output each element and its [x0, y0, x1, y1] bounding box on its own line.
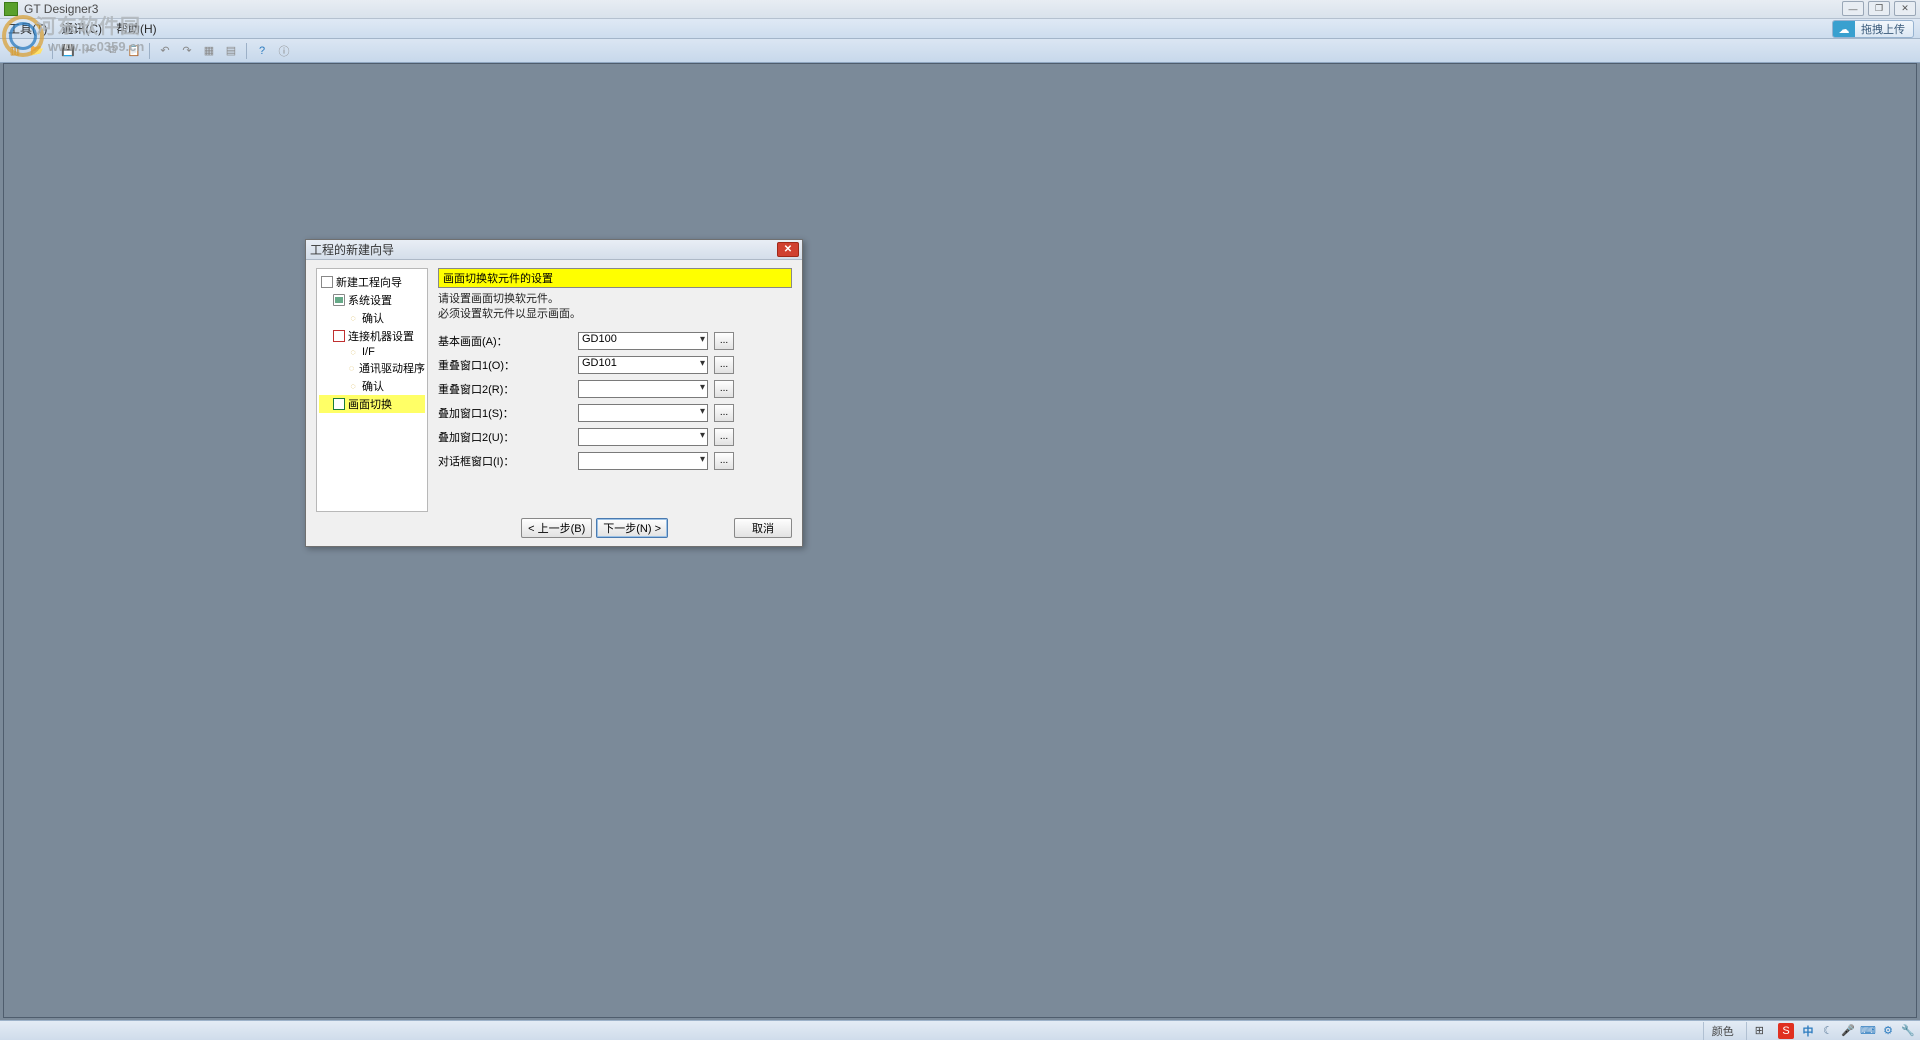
- mic-icon[interactable]: 🎤: [1840, 1023, 1856, 1039]
- label-super1: 叠加窗口1(S)：: [438, 405, 578, 421]
- toolbar-sep: [52, 43, 53, 59]
- connection-icon: [333, 330, 345, 342]
- status-color-label[interactable]: 颜色: [1703, 1022, 1742, 1040]
- label-dialog: 对话框窗口(I)：: [438, 453, 578, 469]
- browse-dialog[interactable]: ...: [714, 452, 734, 470]
- statusbar: 颜色 ⊞ S 中 ☾ 🎤 ⌨ ⚙ 🔧: [0, 1020, 1920, 1040]
- toolbar: ▥ 📂 💾 ✂ ⧉ 📋 ↶ ↷ ▦ ▤ ? ⓘ: [0, 39, 1920, 63]
- tool-info[interactable]: ⓘ: [275, 42, 293, 60]
- wizard-footer: < 上一步(B) 下一步(N) > 取消: [316, 518, 792, 538]
- label-super2: 叠加窗口2(U)：: [438, 429, 578, 445]
- wizard-nav-tree: 新建工程向导 系统设置 ◌ 确认 连接机器设置 ◌ I/F ◌ 通讯驱动程序: [316, 268, 428, 512]
- row-base-screen: 基本画面(A)： GD100 ...: [438, 332, 792, 350]
- tree-if[interactable]: ◌ I/F: [319, 345, 425, 359]
- combo-overlap1[interactable]: GD101: [578, 356, 708, 374]
- wrench-icon[interactable]: 🔧: [1900, 1023, 1916, 1039]
- tool-misc2[interactable]: ▤: [222, 42, 240, 60]
- tree-system-settings[interactable]: 系统设置: [319, 291, 425, 309]
- tool-save[interactable]: 💾: [59, 42, 77, 60]
- row-overlap2: 重叠窗口2(R)： ...: [438, 380, 792, 398]
- label-base-screen: 基本画面(A)：: [438, 333, 578, 349]
- next-button[interactable]: 下一步(N) >: [596, 518, 668, 538]
- tree-screen-switch[interactable]: 画面切换: [319, 395, 425, 413]
- section-header: 画面切换软元件的设置: [438, 268, 792, 288]
- combo-overlap2[interactable]: [578, 380, 708, 398]
- status-grid-icon[interactable]: ⊞: [1746, 1022, 1772, 1040]
- tool-paste[interactable]: 📋: [125, 42, 143, 60]
- tool-redo[interactable]: ↷: [178, 42, 196, 60]
- minimize-button[interactable]: —: [1842, 1, 1864, 16]
- frame-icon: [333, 398, 345, 410]
- app-title: GT Designer3: [24, 2, 98, 16]
- combo-dialog[interactable]: [578, 452, 708, 470]
- tree-system-confirm[interactable]: ◌ 确认: [319, 309, 425, 327]
- bulb-icon: ◌: [347, 346, 359, 358]
- upload-button[interactable]: ☁ 拖拽上传: [1832, 20, 1914, 38]
- close-window-button[interactable]: ✕: [1894, 1, 1916, 16]
- tree-conn-confirm[interactable]: ◌ 确认: [319, 377, 425, 395]
- cloud-icon: ☁: [1833, 21, 1855, 37]
- tree-driver[interactable]: ◌ 通讯驱动程序: [319, 359, 425, 377]
- menu-comm[interactable]: 通讯(C): [61, 20, 102, 37]
- moon-icon[interactable]: ☾: [1820, 1023, 1836, 1039]
- combo-base-screen[interactable]: GD100: [578, 332, 708, 350]
- row-super2: 叠加窗口2(U)： ...: [438, 428, 792, 446]
- window-titlebar: GT Designer3 — ❐ ✕: [0, 0, 1920, 19]
- restore-button[interactable]: ❐: [1868, 1, 1890, 16]
- browse-overlap2[interactable]: ...: [714, 380, 734, 398]
- bulb-icon: ◌: [347, 312, 359, 324]
- label-overlap2: 重叠窗口2(R)：: [438, 381, 578, 397]
- tool-open[interactable]: 📂: [28, 42, 46, 60]
- wizard-title: 工程的新建向导: [310, 241, 394, 258]
- app-icon: [4, 2, 18, 16]
- tool-help[interactable]: ?: [253, 42, 271, 60]
- bulb-icon: ◌: [347, 380, 359, 392]
- keyboard-icon[interactable]: ⌨: [1860, 1023, 1876, 1039]
- combo-super2[interactable]: [578, 428, 708, 446]
- workspace: [3, 63, 1917, 1018]
- upload-button-label: 拖拽上传: [1861, 21, 1905, 37]
- ime-lang-icon[interactable]: 中: [1800, 1023, 1816, 1039]
- wizard-close-button[interactable]: ✕: [777, 242, 799, 257]
- toolbar-sep2: [149, 43, 150, 59]
- ime-s-icon[interactable]: S: [1778, 1023, 1794, 1039]
- tool-misc1[interactable]: ▦: [200, 42, 218, 60]
- bulb-icon: ◌: [347, 362, 356, 374]
- tool-copy[interactable]: ⧉: [103, 42, 121, 60]
- label-overlap1: 重叠窗口1(O)：: [438, 357, 578, 373]
- new-project-wizard: 工程的新建向导 ✕ 新建工程向导 系统设置 ◌ 确认 连接机器设置 ◌: [305, 239, 803, 547]
- toolbar-sep3: [246, 43, 247, 59]
- browse-super1[interactable]: ...: [714, 404, 734, 422]
- monitor-icon: [333, 294, 345, 306]
- document-icon: [321, 276, 333, 288]
- tree-connection-settings[interactable]: 连接机器设置: [319, 327, 425, 345]
- settings-icon[interactable]: ⚙: [1880, 1023, 1896, 1039]
- wizard-titlebar[interactable]: 工程的新建向导 ✕: [306, 240, 802, 260]
- browse-overlap1[interactable]: ...: [714, 356, 734, 374]
- menu-tools[interactable]: 工具(T): [8, 20, 47, 37]
- browse-super2[interactable]: ...: [714, 428, 734, 446]
- combo-super1[interactable]: [578, 404, 708, 422]
- row-super1: 叠加窗口1(S)： ...: [438, 404, 792, 422]
- browse-base-screen[interactable]: ...: [714, 332, 734, 350]
- tree-root[interactable]: 新建工程向导: [319, 273, 425, 291]
- cancel-button[interactable]: 取消: [734, 518, 792, 538]
- section-description: 请设置画面切换软元件。 必须设置软元件以显示画面。: [438, 292, 792, 322]
- menu-help[interactable]: 帮助(H): [116, 20, 157, 37]
- tool-undo[interactable]: ↶: [156, 42, 174, 60]
- row-dialog: 对话框窗口(I)： ...: [438, 452, 792, 470]
- tool-cut[interactable]: ✂: [81, 42, 99, 60]
- row-overlap1: 重叠窗口1(O)： GD101 ...: [438, 356, 792, 374]
- tool-new[interactable]: ▥: [6, 42, 24, 60]
- wizard-form: 画面切换软元件的设置 请设置画面切换软元件。 必须设置软元件以显示画面。 基本画…: [438, 268, 792, 512]
- menubar: 工具(T) 通讯(C) 帮助(H) ☁ 拖拽上传: [0, 19, 1920, 39]
- back-button[interactable]: < 上一步(B): [521, 518, 592, 538]
